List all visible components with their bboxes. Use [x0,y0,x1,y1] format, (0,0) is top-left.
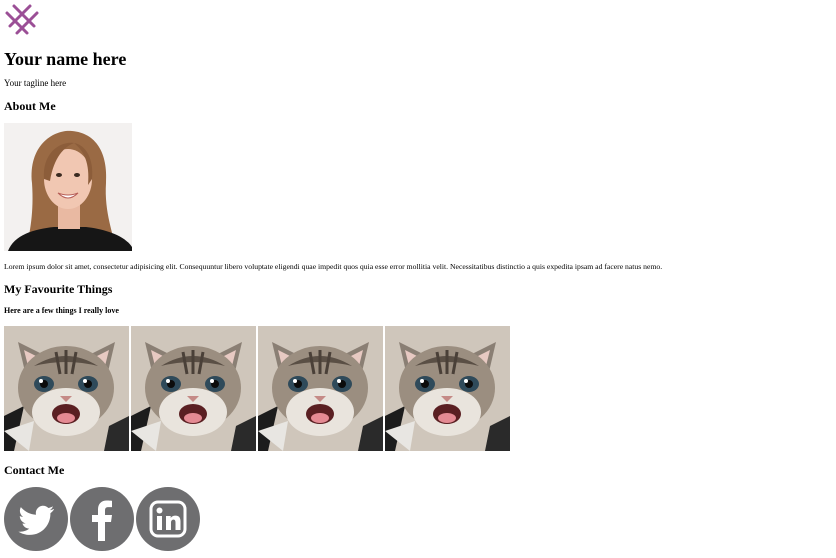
kitten-photo [131,326,256,451]
social-links [4,487,200,551]
favourites-subheading: Here are a few things I really love [4,306,119,315]
twitter-link[interactable] [4,487,68,551]
linkedin-icon [136,487,200,551]
profile-photo [4,123,132,251]
facebook-icon [70,487,134,551]
tagline: Your tagline here [4,78,67,88]
about-text: Lorem ipsum dolor sit amet, consectetur … [4,262,663,271]
facebook-link[interactable] [70,487,134,551]
page-title: Your name here [4,49,127,69]
kitten-photo [258,326,383,451]
logo [4,3,40,39]
linkedin-link[interactable] [136,487,200,551]
twitter-icon [4,487,68,551]
kitten-gallery [4,326,510,451]
contact-heading: Contact Me [4,463,65,477]
kitten-photo [385,326,510,451]
favourites-heading: My Favourite Things [4,282,113,296]
kitten-photo [4,326,129,451]
about-heading: About Me [4,99,56,113]
cross-hatch-logo-icon [5,4,39,35]
